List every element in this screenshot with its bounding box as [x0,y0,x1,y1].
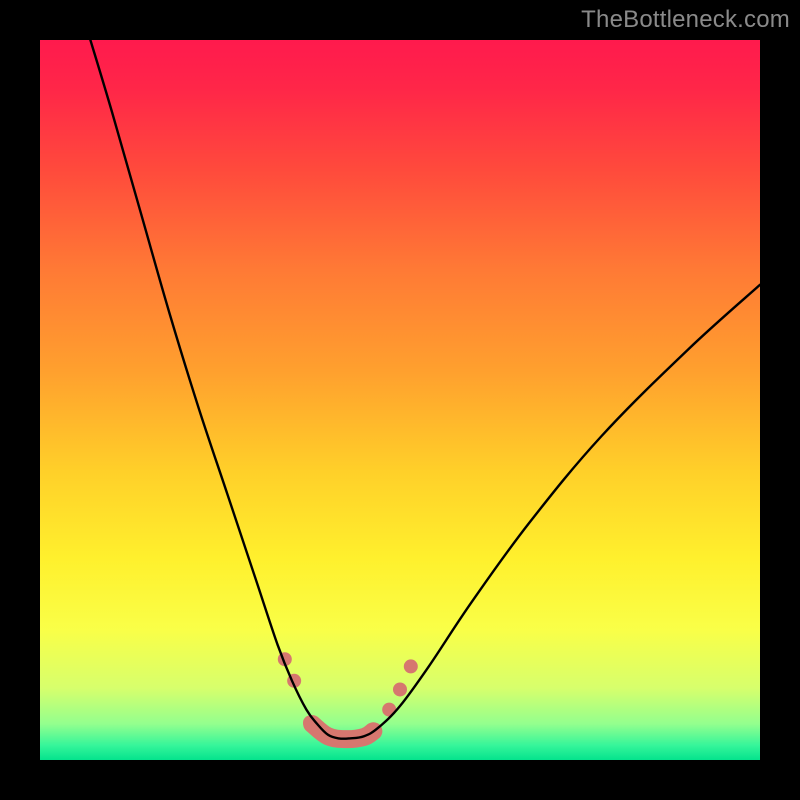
background-gradient [40,40,760,760]
chart-canvas: TheBottleneck.com [0,0,800,800]
plot-area [40,40,760,760]
watermark-label: TheBottleneck.com [581,6,790,34]
